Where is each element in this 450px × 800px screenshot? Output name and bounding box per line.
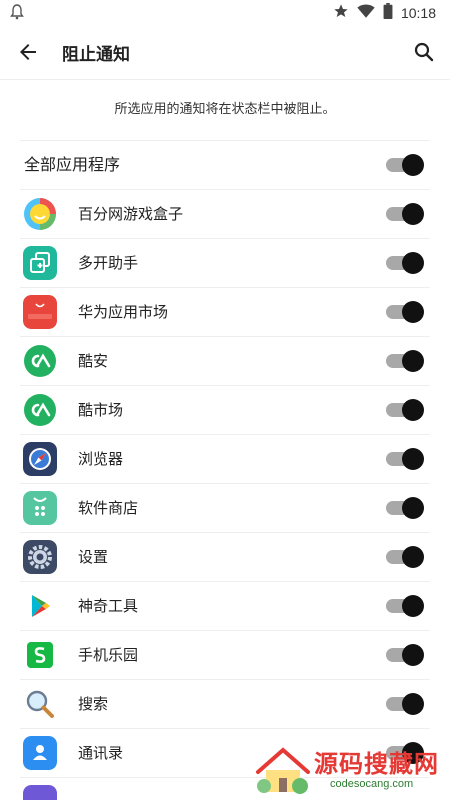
coolapk-icon (23, 344, 57, 378)
list-item[interactable]: 搜索 (20, 679, 430, 728)
list-item[interactable]: 设置 (20, 532, 430, 581)
watermark-title: 源码搜藏网 (314, 750, 439, 778)
status-time: 10:18 (400, 5, 436, 21)
settings-gear-icon (23, 540, 57, 574)
app-toggle[interactable] (386, 399, 424, 421)
all-apps-toggle[interactable] (386, 154, 424, 176)
search-icon[interactable] (412, 40, 436, 64)
coolmarket-icon (23, 393, 57, 427)
app-toggle[interactable] (386, 595, 424, 617)
list-item[interactable]: 百分网游戏盒子 (20, 189, 430, 238)
list-item[interactable]: 浏览器 (20, 434, 430, 483)
magnifier-icon (23, 687, 57, 721)
battery-icon (383, 3, 393, 23)
list-item[interactable]: 多开助手 (20, 238, 430, 287)
app-label: 设置 (78, 548, 109, 566)
play-triangle-icon (23, 589, 57, 623)
app-label: 手机乐园 (78, 646, 139, 664)
app-toggle[interactable] (386, 546, 424, 568)
watermark: 源码搜藏网 codesocang.com (250, 740, 450, 800)
game-box-icon (23, 197, 57, 231)
description-text: 所选应用的通知将在状态栏中被阻止。 (114, 102, 336, 117)
app-toggle[interactable] (386, 301, 424, 323)
app-bar: 阻止通知 (0, 24, 450, 80)
list-item[interactable]: 神奇工具 (20, 581, 430, 630)
list-item[interactable]: 手机乐园 (20, 630, 430, 679)
phone-park-icon (23, 638, 57, 672)
app-toggle[interactable] (386, 693, 424, 715)
app-label: 多开助手 (78, 254, 139, 272)
multi-open-icon (23, 246, 57, 280)
list-item[interactable]: 华为应用市场 (20, 287, 430, 336)
browser-compass-icon (23, 442, 57, 476)
app-toggle[interactable] (386, 350, 424, 372)
list-item[interactable]: 酷市场 (20, 385, 430, 434)
star-icon (333, 3, 349, 23)
app-toggle[interactable] (386, 497, 424, 519)
software-store-icon (23, 491, 57, 525)
app-label: 神奇工具 (78, 597, 139, 615)
app-label: 搜索 (78, 695, 109, 713)
page-title: 阻止通知 (62, 45, 130, 65)
huawei-appgallery-icon (23, 295, 57, 329)
watermark-url: codesocang.com (330, 778, 414, 790)
app-label: 软件商店 (78, 499, 139, 517)
app-list: 全部应用程序 百分网游戏盒子 多开助手 华为应用市场 酷安 酷市场 浏览器 软件… (20, 140, 430, 800)
app-label: 华为应用市场 (78, 303, 169, 321)
app-label: 浏览器 (78, 450, 124, 468)
app-label: 酷市场 (78, 401, 124, 419)
app-icon-partial (23, 785, 57, 800)
all-apps-label: 全部应用程序 (24, 155, 121, 174)
app-label: 百分网游戏盒子 (78, 205, 184, 223)
app-label: 通讯录 (78, 744, 124, 762)
contacts-icon (23, 736, 57, 770)
notification-bell-icon (10, 4, 24, 24)
app-toggle[interactable] (386, 448, 424, 470)
app-toggle[interactable] (386, 644, 424, 666)
all-apps-row[interactable]: 全部应用程序 (20, 140, 430, 189)
app-label: 酷安 (78, 352, 109, 370)
list-item[interactable]: 酷安 (20, 336, 430, 385)
app-toggle[interactable] (386, 252, 424, 274)
house-logo-icon (256, 747, 310, 794)
list-item[interactable]: 软件商店 (20, 483, 430, 532)
back-arrow-icon[interactable] (16, 40, 40, 64)
wifi-icon (357, 3, 375, 23)
status-bar: 10:18 (0, 0, 450, 24)
app-toggle[interactable] (386, 203, 424, 225)
